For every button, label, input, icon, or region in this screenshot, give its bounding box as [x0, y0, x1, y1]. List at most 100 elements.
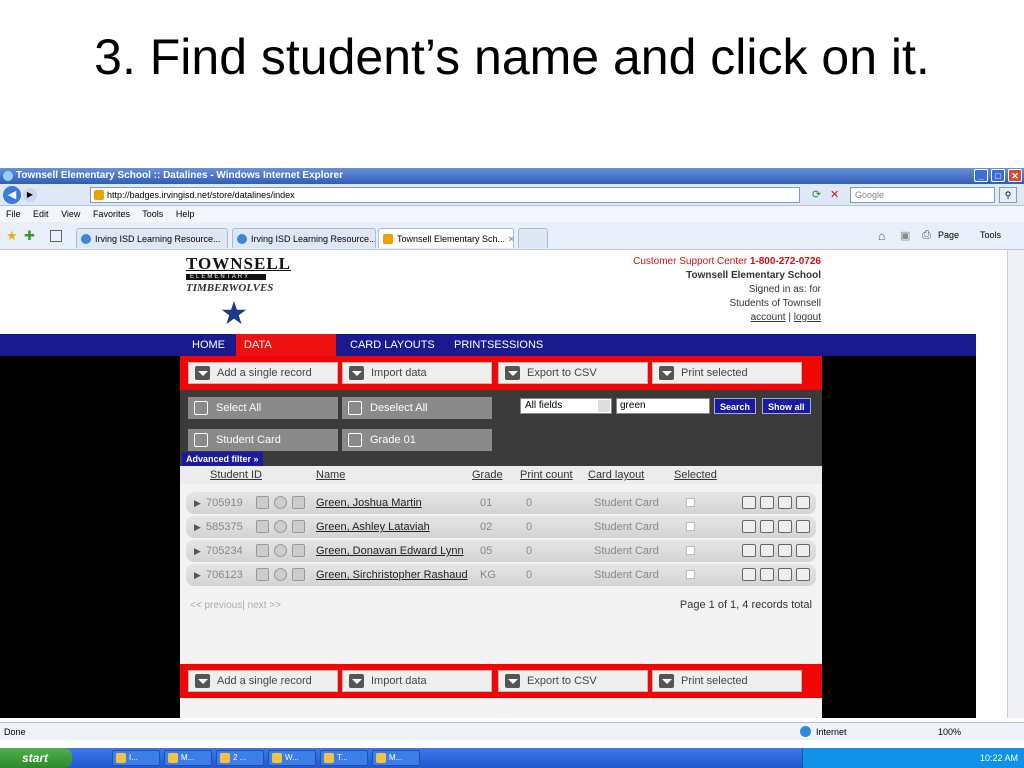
quick-tabs-icon[interactable]	[50, 230, 62, 242]
selected-checkbox[interactable]	[686, 546, 695, 555]
print-icon[interactable]	[742, 568, 756, 581]
start-button[interactable]: start	[0, 748, 72, 768]
tab-irving-1[interactable]: Irving ISD Learning Resource...	[76, 228, 228, 248]
menu-help[interactable]: Help	[176, 209, 195, 219]
page-menu[interactable]: Page	[938, 230, 959, 240]
expand-arrow-icon[interactable]: ▶	[194, 540, 201, 562]
nav-printsessions[interactable]: PRINTSESSIONS	[446, 334, 551, 356]
edit-icon[interactable]	[778, 568, 792, 581]
nav-data-manager[interactable]: DATA MANAGER	[236, 334, 336, 373]
menu-favorites[interactable]: Favorites	[93, 209, 130, 219]
status-dot-icon[interactable]	[274, 568, 287, 581]
delete-icon[interactable]	[796, 520, 810, 533]
tools-menu[interactable]: Tools	[980, 230, 1001, 240]
page-scrollbar[interactable]	[1007, 250, 1024, 718]
expand-arrow-icon[interactable]: ▶	[194, 492, 201, 514]
edit-icon[interactable]	[778, 544, 792, 557]
menu-view[interactable]: View	[61, 209, 80, 219]
copy-icon[interactable]	[760, 520, 774, 533]
col-name[interactable]: Name	[316, 466, 345, 484]
delete-icon[interactable]	[796, 496, 810, 509]
selected-checkbox[interactable]	[686, 498, 695, 507]
expand-arrow-icon[interactable]: ▶	[194, 516, 201, 538]
add-record-button[interactable]: Add a single record	[188, 362, 338, 384]
taskbar-button[interactable]: 2 ...	[216, 750, 264, 766]
copy-icon[interactable]	[760, 496, 774, 509]
advanced-filter-button[interactable]: Advanced filter »	[182, 452, 263, 466]
field-select[interactable]: All fields	[520, 398, 612, 414]
import-data-button[interactable]: Import data	[342, 670, 492, 692]
export-csv-button[interactable]: Export to CSV	[498, 362, 648, 384]
nav-card-layouts[interactable]: CARD LAYOUTS	[342, 334, 443, 356]
student-name-link[interactable]: Green, Joshua Martin	[316, 492, 422, 514]
search-button[interactable]: Search	[714, 398, 757, 414]
table-row[interactable]: ▶ 585375 Green, Ashley Lataviah 02 0 Student …	[186, 516, 816, 538]
copy-icon[interactable]	[760, 544, 774, 557]
col-student-id[interactable]: Student ID	[210, 466, 262, 484]
print-selected-button[interactable]: Print selected	[652, 362, 802, 384]
student-card-filter[interactable]: Student Card	[188, 429, 338, 451]
student-name-link[interactable]: Green, Donavan Edward Lynn	[316, 540, 464, 562]
note-icon[interactable]	[292, 568, 305, 581]
search-icon[interactable]: ⚲	[999, 187, 1017, 203]
edit-icon[interactable]	[778, 496, 792, 509]
tab-close-icon[interactable]: ✕	[508, 234, 513, 244]
taskbar-button[interactable]: M...	[164, 750, 212, 766]
import-data-button[interactable]: Import data	[342, 362, 492, 384]
note-icon[interactable]	[292, 520, 305, 533]
print-icon[interactable]	[742, 496, 756, 509]
zoom-level[interactable]: 100%	[938, 723, 961, 741]
search-input[interactable]: green	[616, 398, 710, 414]
tab-irving-2[interactable]: Irving ISD Learning Resource...	[232, 228, 376, 248]
taskbar-button[interactable]: M...	[372, 750, 420, 766]
close-button[interactable]: ✕	[1008, 169, 1022, 182]
photo-icon[interactable]	[256, 520, 269, 533]
status-dot-icon[interactable]	[274, 544, 287, 557]
col-print-count[interactable]: Print count	[520, 466, 573, 484]
taskbar-button[interactable]: W...	[268, 750, 316, 766]
student-name-link[interactable]: Green, Ashley Lataviah	[316, 516, 430, 538]
forward-button[interactable]: ▶	[23, 188, 37, 202]
print-icon[interactable]	[742, 544, 756, 557]
table-row[interactable]: ▶ 705919 Green, Joshua Martin 01 0 Student Ca…	[186, 492, 816, 514]
photo-icon[interactable]	[256, 544, 269, 557]
maximize-button[interactable]: □	[991, 169, 1005, 182]
logout-link[interactable]: logout	[794, 312, 821, 323]
home-icon[interactable]: ⌂	[878, 229, 885, 243]
web-search-input[interactable]: Google	[850, 187, 995, 203]
minimize-button[interactable]: _	[974, 169, 988, 182]
photo-icon[interactable]	[256, 496, 269, 509]
menu-edit[interactable]: Edit	[33, 209, 49, 219]
stop-icon[interactable]: ✕	[830, 188, 844, 202]
address-input[interactable]: http://badges.irvingisd.net/store/datali…	[90, 187, 800, 203]
note-icon[interactable]	[292, 544, 305, 557]
print-selected-button[interactable]: Print selected	[652, 670, 802, 692]
select-all-button[interactable]: Select All	[188, 397, 338, 419]
copy-icon[interactable]	[760, 568, 774, 581]
back-button[interactable]: ◀	[3, 186, 21, 204]
student-name-link[interactable]: Green, Sirchristopher Rashaud	[316, 564, 468, 586]
photo-icon[interactable]	[256, 568, 269, 581]
add-record-button[interactable]: Add a single record	[188, 670, 338, 692]
show-all-button[interactable]: Show all	[762, 398, 811, 414]
menu-file[interactable]: File	[6, 209, 21, 219]
selected-checkbox[interactable]	[686, 570, 695, 579]
add-favorites-icon[interactable]: ✚	[24, 228, 35, 244]
status-dot-icon[interactable]	[274, 520, 287, 533]
table-row[interactable]: ▶ 705234 Green, Donavan Edward Lynn 05 0 Stud…	[186, 540, 816, 562]
nav-home[interactable]: HOME	[184, 334, 233, 356]
expand-arrow-icon[interactable]: ▶	[194, 564, 201, 586]
refresh-icon[interactable]: ⟳	[812, 188, 826, 202]
selected-checkbox[interactable]	[686, 522, 695, 531]
tab-townsell[interactable]: Townsell Elementary Sch... ✕	[378, 228, 514, 248]
deselect-all-button[interactable]: Deselect All	[342, 397, 492, 419]
table-row[interactable]: ▶ 706123 Green, Sirchristopher Rashaud KG 0 S…	[186, 564, 816, 586]
pager-links[interactable]: << previous| next >>	[190, 600, 281, 611]
feeds-icon[interactable]: ▣	[900, 229, 910, 242]
col-card-layout[interactable]: Card layout	[588, 466, 644, 484]
delete-icon[interactable]	[796, 568, 810, 581]
edit-icon[interactable]	[778, 520, 792, 533]
favorites-star-icon[interactable]: ★	[6, 228, 18, 244]
delete-icon[interactable]	[796, 544, 810, 557]
new-tab-button[interactable]	[518, 228, 548, 248]
